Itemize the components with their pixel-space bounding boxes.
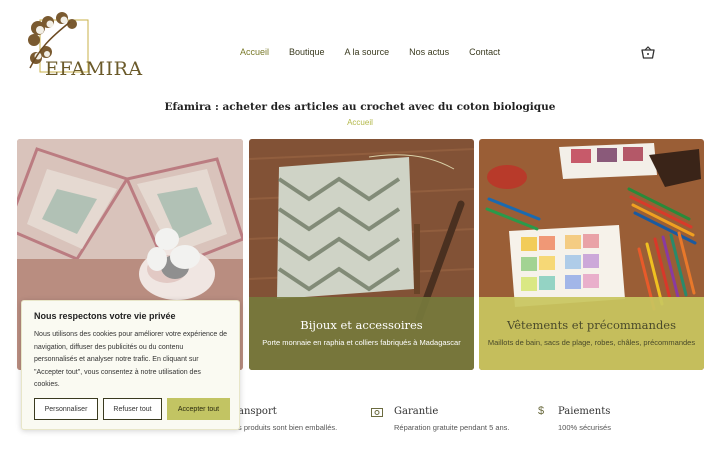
category-card-bijoux[interactable]: Bijoux et accessoires Porte monnaie en r… <box>249 139 474 370</box>
card-subtitle: Porte monnaie en raphia et colliers fabr… <box>262 338 461 347</box>
feature-desc: s produits sont bien emballés. <box>238 423 338 432</box>
nav-accueil[interactable]: Accueil <box>240 47 269 57</box>
cookie-buttons: Personnaliser Refuser tout Accepter tout <box>34 398 230 420</box>
nav-contact[interactable]: Contact <box>469 47 500 57</box>
nav-nos-actus[interactable]: Nos actus <box>409 47 449 57</box>
card-subtitle: Maillots de bain, sacs de plage, robes, … <box>487 338 696 347</box>
money-icon <box>371 408 383 417</box>
feature-paiements: Paiements 100% sécurisés <box>558 406 611 432</box>
feature-garantie: Garantie Réparation gratuite pendant 5 a… <box>394 406 510 432</box>
card-overlay: Bijoux et accessoires Porte monnaie en r… <box>249 297 474 370</box>
page-title: Efamira : acheter des articles au croche… <box>164 101 556 113</box>
accept-all-button[interactable]: Accepter tout <box>167 398 230 420</box>
feature-title: Garantie <box>394 406 439 417</box>
feature-desc: Réparation gratuite pendant 5 ans. <box>394 423 510 432</box>
cookie-title: Nous respectons votre vie privée <box>34 311 176 321</box>
card-title: Vêtements et précommandes <box>506 318 677 332</box>
customize-button[interactable]: Personnaliser <box>34 398 98 420</box>
feature-title: Paiements <box>558 406 611 417</box>
card-title: Bijoux et accessoires <box>300 318 423 332</box>
logo[interactable]: EFAMIRA <box>20 8 142 80</box>
cookie-text: Nous utilisons des cookies pour améliore… <box>34 331 227 388</box>
feature-title: ansport <box>238 406 277 417</box>
card-overlay: Vêtements et précommandes Maillots de ba… <box>479 297 704 370</box>
feature-transport: ansport s produits sont bien emballés. <box>238 406 337 432</box>
logo-text: EFAMIRA <box>45 58 143 80</box>
feature-desc: 100% sécurisés <box>558 423 611 432</box>
cookie-banner: Nous respectons votre vie privée Nous ut… <box>21 300 240 430</box>
nav-a-la-source[interactable]: A la source <box>345 47 390 57</box>
dollar-icon: $ <box>538 405 545 417</box>
refuse-all-button[interactable]: Refuser tout <box>103 398 162 420</box>
breadcrumb[interactable]: Accueil <box>0 118 720 127</box>
category-card-vetements[interactable]: Vêtements et précommandes Maillots de ba… <box>479 139 704 370</box>
basket-icon[interactable] <box>641 46 655 59</box>
nav-boutique[interactable]: Boutique <box>289 47 325 57</box>
main-nav: Accueil Boutique A la source Nos actus C… <box>240 47 520 57</box>
